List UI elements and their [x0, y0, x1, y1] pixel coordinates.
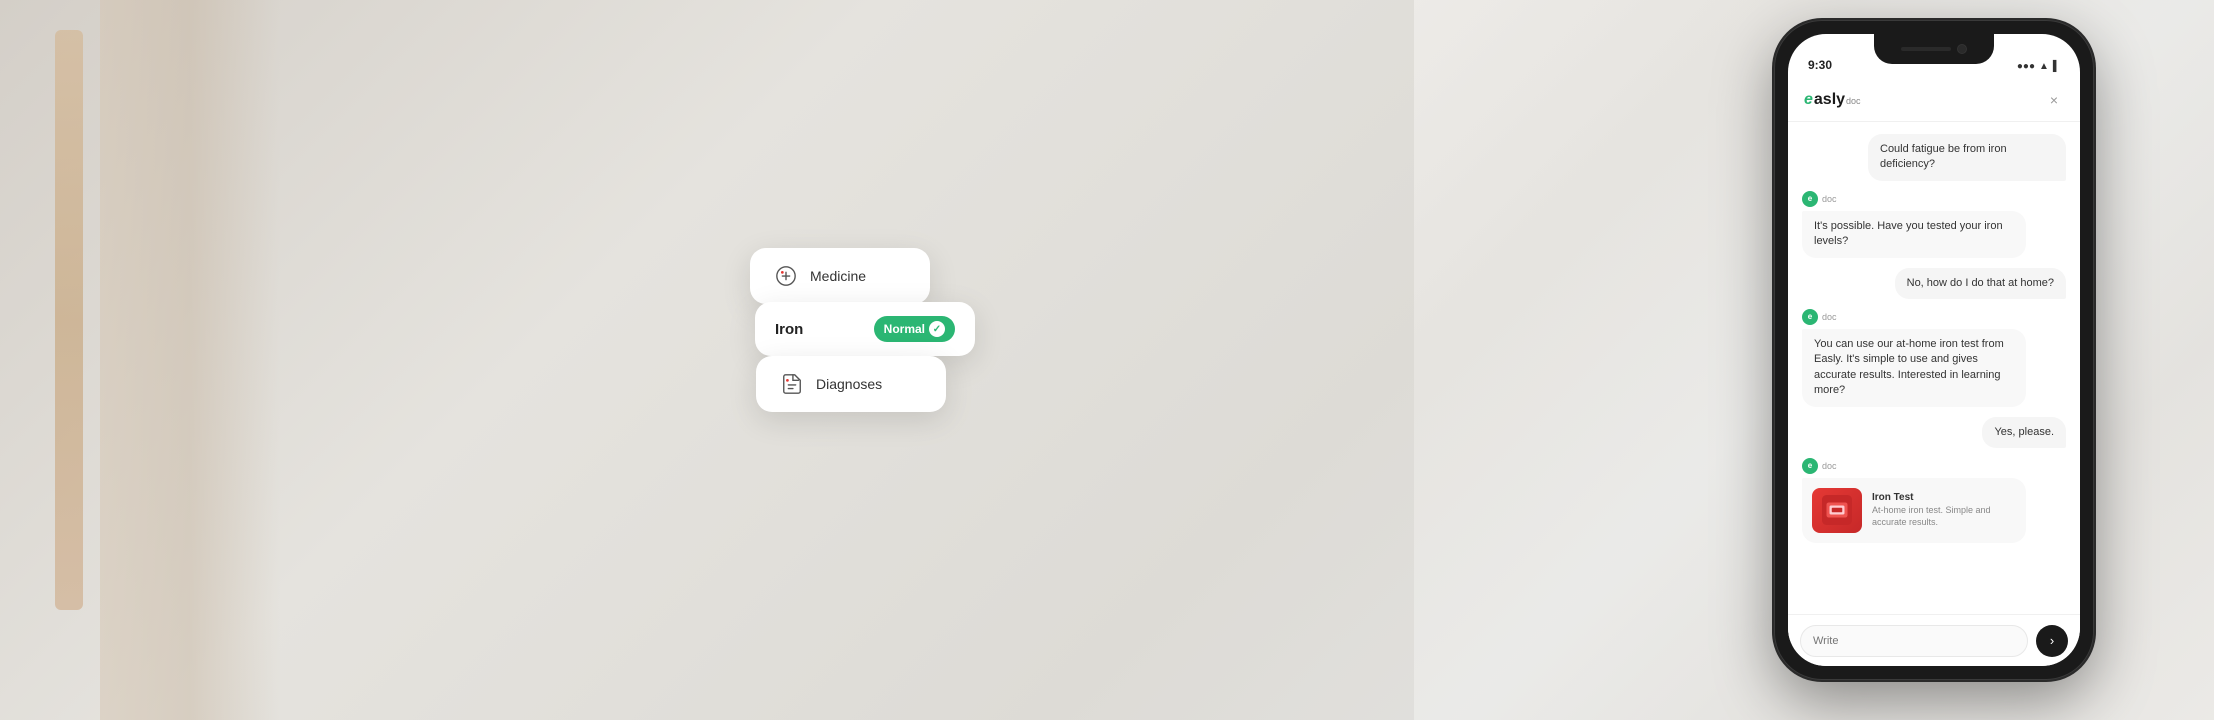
bot-message-2: You can use our at-home iron test from E… — [1802, 329, 2026, 407]
bot-message-group-1: e doc It's possible. Have you tested you… — [1802, 191, 2026, 258]
product-image — [1812, 488, 1862, 533]
diagnoses-label: Diagnoses — [816, 376, 882, 392]
logo-e: e — [1804, 91, 1813, 109]
product-info: Iron Test At-home iron test. Simple and … — [1872, 492, 2016, 528]
medicine-icon — [772, 262, 800, 290]
user-message-2: No, how do I do that at home? — [1895, 268, 2066, 299]
logo-doc: doc — [1846, 96, 1861, 106]
product-card: Iron Test At-home iron test. Simple and … — [1802, 478, 2026, 543]
bot-message-1: It's possible. Have you tested your iron… — [1802, 211, 2026, 258]
iron-card: Iron Normal — [755, 302, 975, 356]
status-time: 9:30 — [1808, 58, 1832, 72]
bot-avatar-2: e — [1802, 309, 1818, 325]
bot-label-2: e doc — [1802, 309, 2026, 325]
send-button[interactable]: › — [2036, 625, 2068, 657]
signal-icon: ●●● — [2017, 61, 2035, 72]
status-icons: ●●● ▲ ▌ — [2017, 61, 2060, 72]
bot-label-1: e doc — [1802, 191, 2026, 207]
camera — [1957, 44, 1967, 54]
bot-label-3: e doc — [1802, 458, 2026, 474]
iron-label: Iron — [775, 321, 864, 338]
scene: Medicine Iron Normal Diagnoses — [0, 0, 2214, 720]
wood-panel-2-decoration — [100, 0, 280, 720]
normal-text: Normal — [884, 322, 925, 336]
phone-body: 9:30 ●●● ▲ ▌ easlydoc × — [1774, 20, 2094, 680]
bot-product-group: e doc — [1802, 458, 2026, 543]
chat-input-bar: › — [1788, 614, 2080, 666]
wifi-icon: ▲ — [2039, 61, 2049, 72]
bot-name-1: doc — [1822, 194, 1837, 204]
medicine-label: Medicine — [810, 268, 866, 284]
phone-mockup: 9:30 ●●● ▲ ▌ easlydoc × — [1774, 20, 2094, 680]
speaker — [1901, 47, 1951, 51]
bot-avatar-1: e — [1802, 191, 1818, 207]
chat-area[interactable]: Could fatigue be from iron deficiency? e… — [1788, 122, 2080, 614]
bot-name-2: doc — [1822, 312, 1837, 322]
user-message-3: Yes, please. — [1982, 417, 2066, 448]
bot-name-3: doc — [1822, 461, 1837, 471]
send-icon: › — [2050, 633, 2054, 648]
phone-notch — [1874, 34, 1994, 64]
battery-icon: ▌ — [2053, 61, 2060, 72]
wood-panel-decoration — [55, 30, 83, 610]
close-button[interactable]: × — [2044, 90, 2064, 110]
bot-message-group-2: e doc You can use our at-home iron test … — [1802, 309, 2026, 407]
diagnoses-card: Diagnoses — [756, 356, 946, 412]
app-header: easlydoc × — [1788, 78, 2080, 122]
bot-avatar-3: e — [1802, 458, 1818, 474]
product-description: At-home iron test. Simple and accurate r… — [1872, 505, 2016, 528]
chat-input[interactable] — [1800, 625, 2028, 657]
medicine-card: Medicine — [750, 248, 930, 304]
normal-badge: Normal — [874, 316, 955, 342]
user-message-1: Could fatigue be from iron deficiency? — [1868, 134, 2066, 181]
product-title: Iron Test — [1872, 492, 2016, 503]
diagnoses-icon — [778, 370, 806, 398]
check-icon — [929, 321, 945, 337]
app-logo: easlydoc — [1804, 91, 1861, 109]
phone-screen: 9:30 ●●● ▲ ▌ easlydoc × — [1788, 34, 2080, 666]
logo-asly: asly — [1814, 91, 1845, 109]
